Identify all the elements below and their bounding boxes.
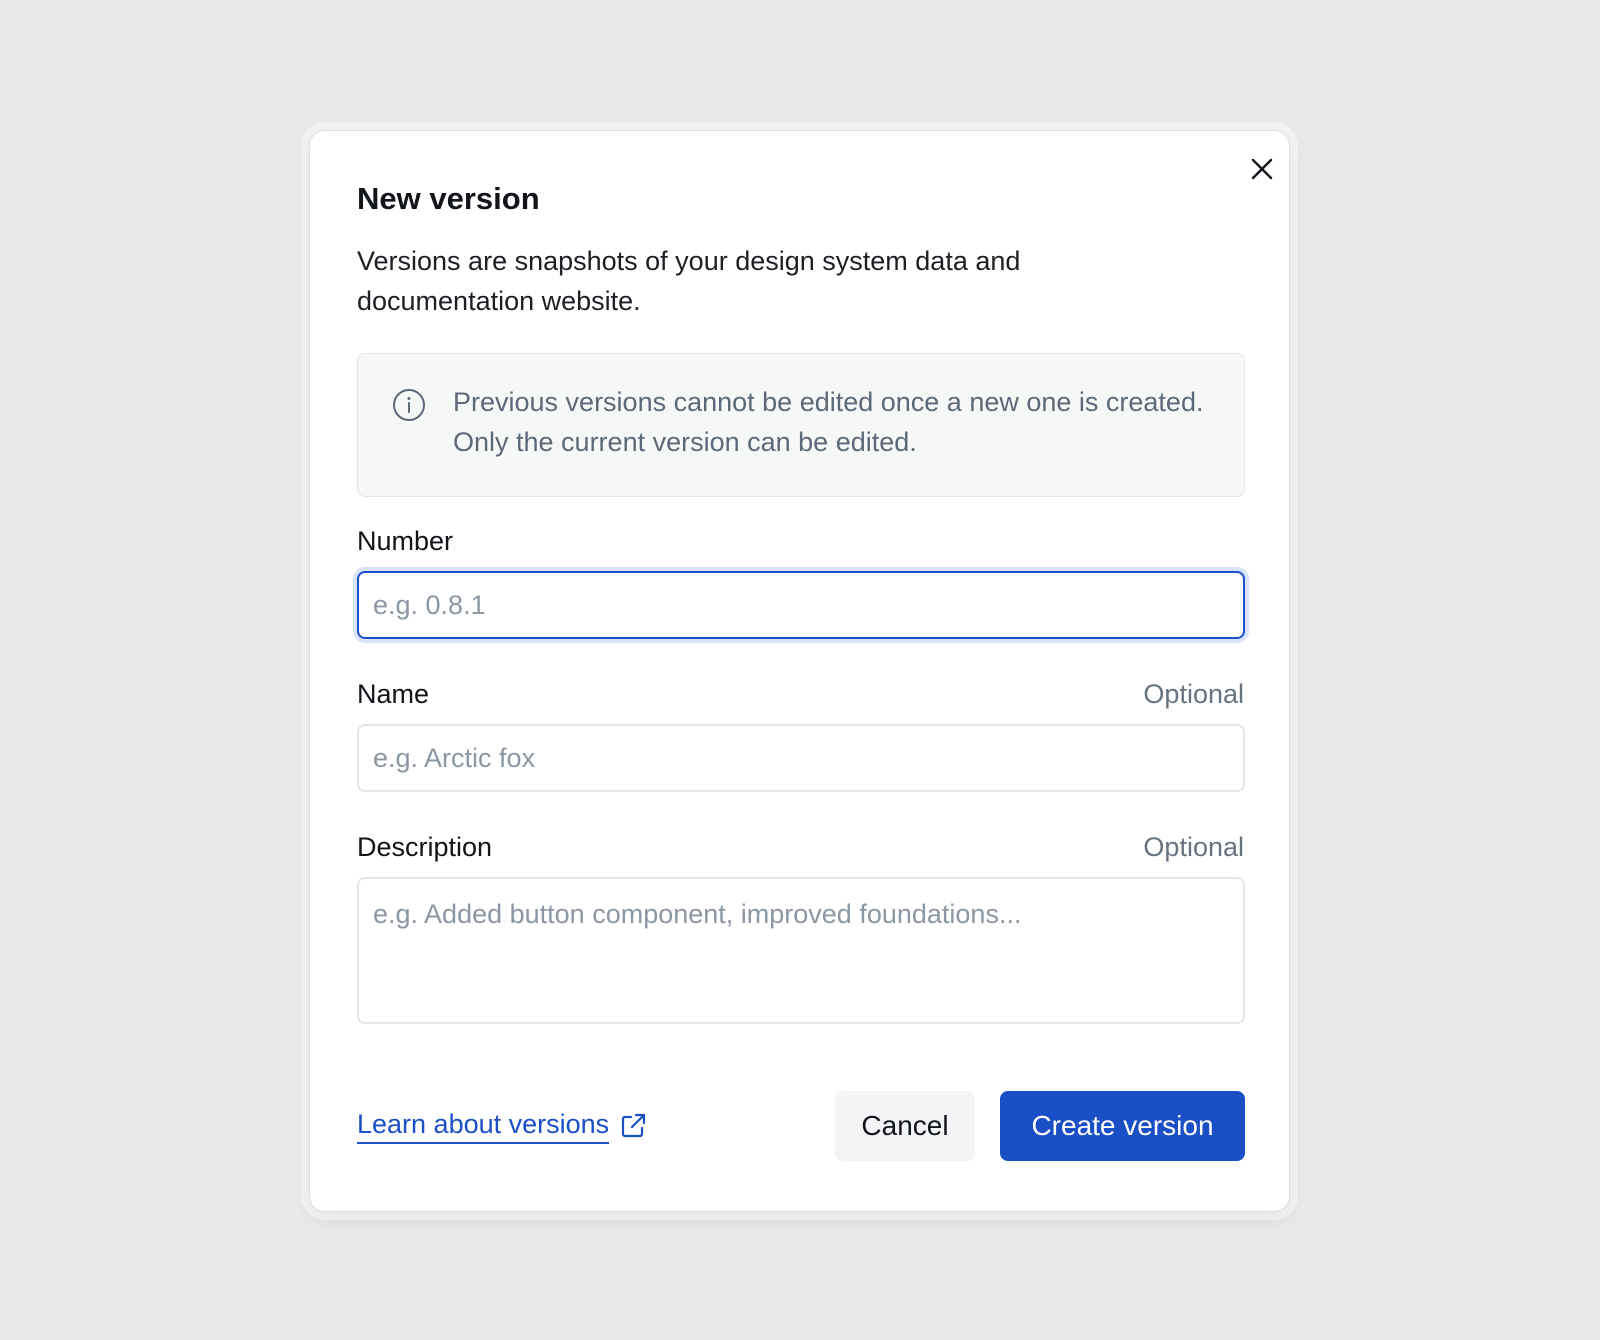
learn-about-versions-link[interactable]: Learn about versions (357, 1091, 647, 1161)
description-textarea[interactable] (357, 877, 1245, 1024)
info-icon (393, 389, 425, 421)
create-version-button[interactable]: Create version (1000, 1091, 1245, 1161)
name-label: Name (357, 679, 430, 709)
info-callout: Previous versions cannot be edited once … (357, 353, 1245, 497)
dialog-description: Versions are snapshots of your design sy… (357, 246, 1021, 316)
close-button[interactable] (1244, 151, 1280, 187)
info-text: Previous versions cannot be edited once … (453, 387, 1204, 457)
description-optional-label: Optional (1143, 832, 1244, 862)
number-label: Number (357, 526, 454, 556)
description-label: Description (357, 832, 493, 862)
new-version-dialog: New version Versions are snapshots of yo… (309, 130, 1290, 1212)
learn-link-label: Learn about versions (357, 1109, 610, 1144)
cancel-button[interactable]: Cancel (835, 1091, 975, 1161)
dialog-title: New version (357, 181, 540, 216)
name-optional-label: Optional (1143, 679, 1244, 709)
external-link-icon (622, 1113, 646, 1138)
number-input[interactable] (357, 571, 1245, 639)
close-icon (1251, 158, 1273, 180)
name-input[interactable] (357, 724, 1245, 792)
